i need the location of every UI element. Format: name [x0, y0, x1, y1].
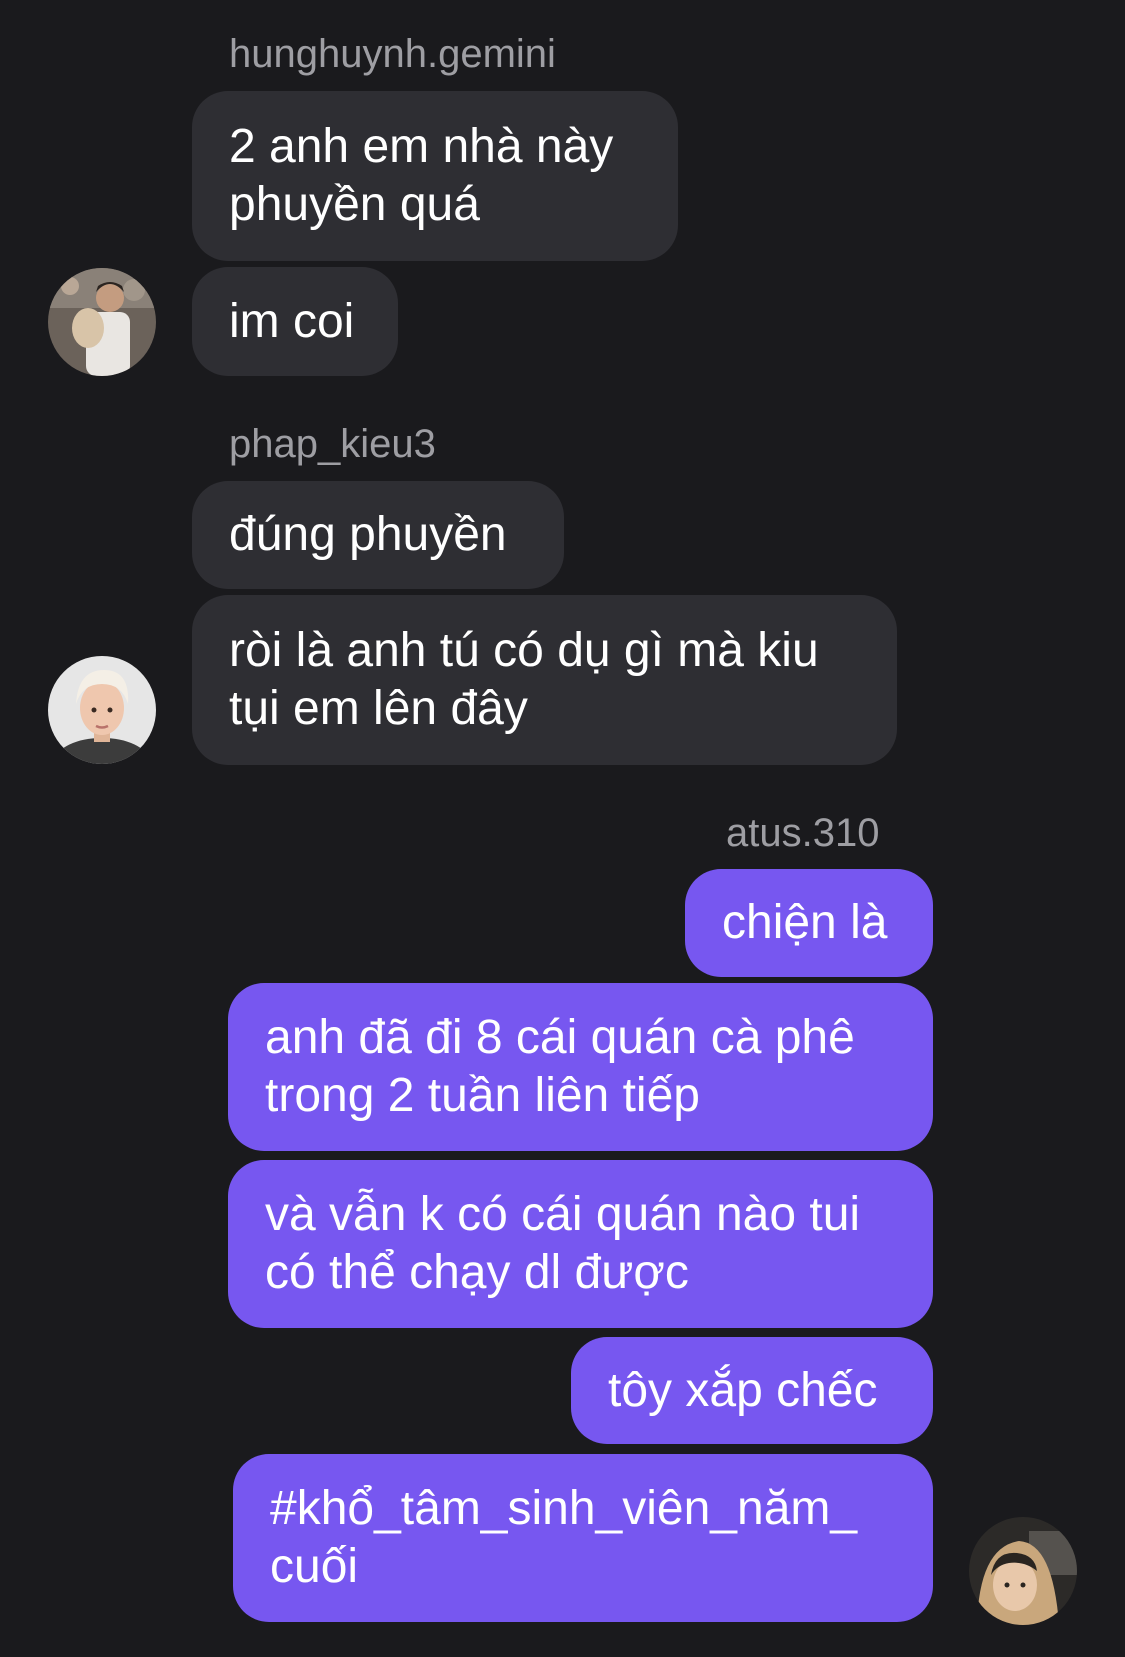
message-bubble-outgoing[interactable]: tôy xắp chếc [571, 1337, 933, 1444]
message-text: và vẫn k có cái quán nào tui có thể chạy… [265, 1188, 861, 1299]
message-text: đúng phuyền [229, 508, 507, 561]
message-bubble-incoming[interactable]: đúng phuyền [192, 481, 564, 589]
message-bubble-incoming[interactable]: im coi [192, 267, 398, 376]
message-text: chiện là [722, 896, 888, 949]
message-text: tôy xắp chếc [608, 1363, 878, 1417]
sender-name[interactable]: atus.310 [726, 810, 879, 856]
user-avatar-icon [48, 656, 156, 764]
avatar[interactable] [48, 656, 156, 764]
avatar[interactable] [48, 268, 156, 376]
message-text: ròi là anh tú có dụ gì mà kiu tụi em lên… [229, 624, 819, 735]
message-bubble-outgoing[interactable]: chiện là [685, 869, 933, 977]
message-bubble-outgoing[interactable]: anh đã đi 8 cái quán cà phê trong 2 tuần… [228, 983, 933, 1151]
message-bubble-outgoing[interactable]: và vẫn k có cái quán nào tui có thể chạy… [228, 1160, 933, 1328]
sender-name[interactable]: phap_kieu3 [229, 421, 436, 467]
message-text: #khổ_tâm_sinh_viên_năm_ cuối [270, 1482, 858, 1593]
message-text: anh đã đi 8 cái quán cà phê trong 2 tuần… [265, 1011, 855, 1122]
sender-name[interactable]: hunghuynh.gemini [229, 31, 556, 77]
message-text: 2 anh em nhà này phuyền quá [229, 120, 614, 231]
user-avatar-icon [48, 268, 156, 376]
message-bubble-incoming[interactable]: ròi là anh tú có dụ gì mà kiu tụi em lên… [192, 595, 897, 765]
avatar[interactable] [969, 1517, 1077, 1625]
message-text: im coi [229, 294, 355, 348]
user-avatar-icon [969, 1517, 1077, 1625]
message-bubble-incoming[interactable]: 2 anh em nhà này phuyền quá [192, 91, 678, 261]
message-bubble-outgoing[interactable]: #khổ_tâm_sinh_viên_năm_ cuối [233, 1454, 933, 1622]
